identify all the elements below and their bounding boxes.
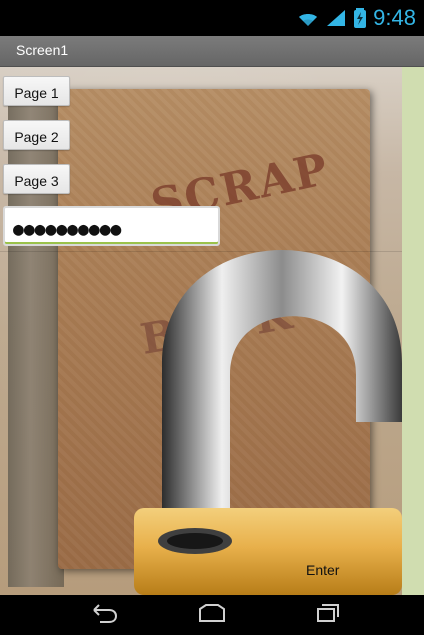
recent-apps-icon[interactable] [308, 601, 344, 629]
book-spine [8, 87, 64, 587]
password-value: ●●●●●●●●●● [13, 219, 122, 240]
title-bar: Screen1 [0, 36, 424, 67]
page-2-button[interactable]: Page 2 [3, 120, 70, 150]
status-bar: 9:48 [0, 0, 424, 36]
signal-icon [327, 10, 346, 26]
enter-button[interactable]: Enter [306, 562, 339, 578]
status-time: 9:48 [373, 5, 416, 30]
wifi-icon [299, 14, 318, 26]
page-1-button[interactable]: Page 1 [3, 76, 70, 106]
app-content: SCRAP BOOK Page 1 Page 2 Page 3 ●●●●●●●●… [0, 67, 424, 595]
back-icon[interactable] [84, 601, 120, 629]
battery-icon [354, 8, 367, 28]
content-divider [0, 251, 402, 252]
status-icons: 9:48 [297, 0, 416, 36]
page-3-button[interactable]: Page 3 [3, 164, 70, 194]
phone-screen: 9:48 Screen1 SCRAP BOOK Page 1 Page 2 Pa… [0, 0, 424, 635]
password-field[interactable]: ●●●●●●●●●● [3, 206, 220, 246]
screen-title: Screen1 [16, 42, 69, 58]
navigation-bar [0, 595, 424, 635]
home-icon[interactable] [194, 601, 230, 629]
